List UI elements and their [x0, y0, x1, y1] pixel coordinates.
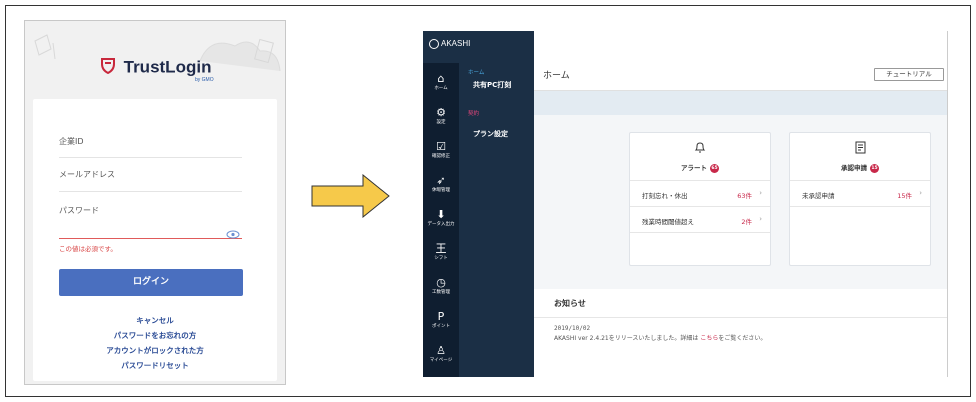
nav-data-io[interactable]: ⬇ データ入出力 [423, 209, 459, 228]
approval-count-badge: 15 [870, 163, 879, 173]
company-id-field[interactable] [59, 157, 242, 158]
password-field[interactable] [59, 238, 242, 239]
alert-title: アラート 65 [630, 162, 770, 173]
alert-count-badge: 65 [710, 163, 719, 173]
row-value: 63件 [737, 192, 752, 200]
forgot-password-link[interactable]: パスワードをお忘れの方 [33, 330, 277, 341]
eye-icon[interactable] [226, 224, 240, 243]
nav-points[interactable]: P ポイント [423, 311, 459, 330]
nav-man-hours[interactable]: ◷ 工数管理 [423, 277, 459, 296]
submenu-item-plan[interactable]: プラン設定 [473, 129, 508, 139]
news-text: AKASHI ver 2.4.21をリリースいたしました。詳細は こちらをご覧く… [554, 333, 766, 342]
bell-icon [630, 141, 770, 157]
approval-card-header: 承認申請 15 [790, 133, 930, 181]
row-value: 2件 [741, 218, 752, 226]
news-body-tail: をご覧ください。 [718, 335, 767, 342]
approval-title: 承認申請 15 [790, 162, 930, 173]
submenu-section-home: ホーム [468, 70, 485, 76]
page-title: ホーム [543, 71, 570, 81]
nav-review-label: 確認修正 [432, 154, 450, 159]
alert-card-header: アラート 65 [630, 133, 770, 181]
page-header: ホーム チュートリアル [534, 31, 947, 91]
news-section: お知らせ 2019/10/02 AKASHI ver 2.4.21をリリースいた… [534, 289, 947, 377]
company-id-label: 企業ID [59, 137, 84, 146]
download-icon: ⬇ [436, 208, 446, 221]
trustlogin-logo: TrustLogin [25, 57, 285, 78]
nav-data-io-label: データ入出力 [427, 222, 455, 227]
user-icon: ♙ [436, 344, 446, 357]
brand-text: AKASHI [441, 39, 471, 49]
nav-man-hours-label: 工数管理 [432, 290, 450, 295]
nav-review[interactable]: ☑ 確認修正 [423, 141, 459, 160]
row-label: 残業時間閾値超え [642, 218, 694, 226]
icon-nav: ⌂ ホーム ⚙ 設定 ☑ 確認修正 ➶ 休暇管理 ⬇ データ入出力 王 シフト [423, 63, 459, 377]
alert-row-overtime[interactable]: 残業時間閾値超え 2件 › [630, 207, 770, 233]
submenu-item-shared-pc[interactable]: 共有PC打刻 [473, 80, 511, 90]
plane-icon: ➶ [436, 174, 446, 187]
news-link[interactable]: こちら [700, 335, 718, 342]
akashi-logo-icon [429, 39, 439, 49]
password-label: パスワード [59, 206, 99, 215]
news-title: お知らせ [554, 299, 586, 308]
row-value: 15件 [897, 192, 912, 200]
nav-home[interactable]: ⌂ ホーム [423, 73, 459, 92]
akashi-brand[interactable]: AKASHI [429, 39, 470, 49]
shift-icon: 王 [435, 242, 447, 255]
row-label: 未承認申請 [802, 192, 835, 200]
nav-mypage-label: マイページ [429, 358, 453, 363]
nav-leave-label: 休暇管理 [432, 188, 450, 193]
alert-card: アラート 65 打刻忘れ・休出 63件 › 残業時間閾値超え 2件 › [629, 132, 771, 266]
logo-text: TrustLogin [123, 57, 212, 77]
document-icon [790, 141, 930, 157]
main-content: ホーム チュートリアル アラート 65 打刻忘れ・休出 63件 › 残業時間閾値超 [534, 31, 947, 377]
logo-subtext: by GMO [195, 77, 214, 83]
error-message: この値は必須です。 [59, 245, 117, 253]
nav-points-label: ポイント [432, 324, 450, 329]
approval-row-pending[interactable]: 未承認申請 15件 › [790, 181, 930, 207]
chevron-right-icon: › [759, 215, 762, 223]
password-reset-link[interactable]: パスワードリセット [33, 360, 277, 371]
login-button[interactable]: ログイン [59, 269, 243, 296]
nav-settings[interactable]: ⚙ 設定 [423, 107, 459, 126]
divider [534, 317, 947, 318]
account-locked-link[interactable]: アカウントがロックされた方 [33, 345, 277, 356]
news-body: AKASHI ver 2.4.21をリリースいたしました。詳細は [554, 335, 699, 342]
cancel-link[interactable]: キャンセル [33, 315, 277, 326]
alert-title-text: アラート [681, 164, 707, 172]
shield-icon [100, 57, 115, 78]
approval-title-text: 承認申請 [841, 164, 867, 172]
nav-shift-label: シフト [434, 256, 448, 261]
nav-home-label: ホーム [434, 86, 448, 91]
screenshot-frame: TrustLogin by GMO 企業ID メールアドレス パスワード この値… [5, 5, 971, 397]
email-field[interactable] [59, 191, 242, 192]
chevron-right-icon: › [759, 189, 762, 197]
home-icon: ⌂ [437, 72, 445, 85]
akashi-app: AKASHI ⌂ ホーム ⚙ 設定 ☑ 確認修正 ➶ 休暇管理 ⬇ データ入出力 [423, 31, 948, 377]
header-band [534, 91, 947, 115]
login-form: 企業ID メールアドレス パスワード この値は必須です。 ログイン キャンセル … [33, 99, 277, 381]
submenu-section-contract: 契約 [468, 111, 480, 117]
tutorial-button[interactable]: チュートリアル [874, 68, 944, 81]
email-label: メールアドレス [59, 170, 115, 179]
arrow-right-icon [311, 174, 390, 218]
nav-leave[interactable]: ➶ 休暇管理 [423, 175, 459, 194]
nav-settings-label: 設定 [436, 120, 446, 125]
gear-icon: ⚙ [436, 106, 446, 119]
chevron-right-icon: › [919, 189, 922, 197]
p-icon: P [437, 310, 445, 323]
nav-mypage[interactable]: ♙ マイページ [423, 345, 459, 364]
trustlogin-panel: TrustLogin by GMO 企業ID メールアドレス パスワード この値… [24, 20, 286, 385]
news-date: 2019/10/02 [554, 325, 591, 332]
clipboard-icon: ☑ [436, 140, 446, 153]
nav-shift[interactable]: 王 シフト [423, 243, 459, 262]
clock-icon: ◷ [436, 276, 446, 289]
row-label: 打刻忘れ・休出 [642, 192, 688, 200]
alert-row-missed-punch[interactable]: 打刻忘れ・休出 63件 › [630, 181, 770, 207]
approval-card: 承認申請 15 未承認申請 15件 › [789, 132, 931, 266]
